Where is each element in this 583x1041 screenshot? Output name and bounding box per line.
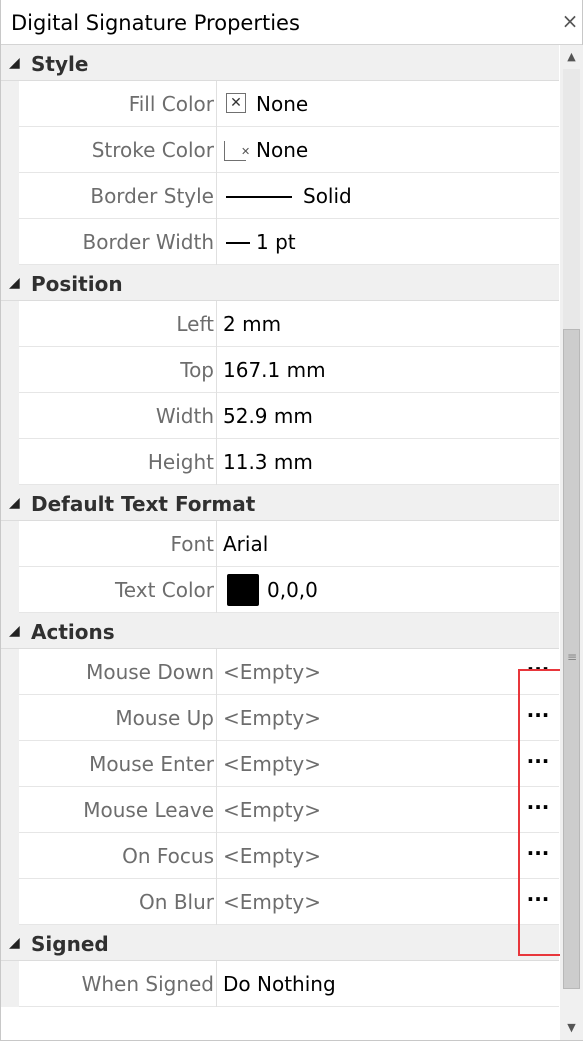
collapse-triangle-icon[interactable]: ◢ [9,55,20,71]
property-name: When Signed [81,972,214,996]
property-row-text-color[interactable]: Text Color 0,0,0 [1,567,559,613]
property-row-mouse-down[interactable]: Mouse Down <Empty> ··· [1,649,559,695]
property-row-on-focus[interactable]: On Focus <Empty> ··· [1,833,559,879]
property-name: Fill Color [128,92,214,116]
line-width-icon [226,242,250,244]
property-grid: ◢ Style Fill Color ✕ None Stroke Color ✕… [1,45,559,1040]
property-row-top[interactable]: Top 167.1 mm [1,347,559,393]
property-row-stroke-color[interactable]: Stroke Color ✕ None [1,127,559,173]
ellipsis-button[interactable]: ··· [523,841,553,871]
property-name: Stroke Color [91,138,214,162]
ellipsis-button[interactable]: ··· [523,749,553,779]
property-name: Mouse Down [86,660,214,684]
category-default-text-format[interactable]: ◢ Default Text Format [1,485,559,521]
collapse-triangle-icon[interactable]: ◢ [9,275,20,291]
property-name: Mouse Leave [83,798,214,822]
property-name: On Blur [139,890,214,914]
category-style[interactable]: ◢ Style [1,45,559,81]
property-value[interactable]: Solid [303,173,352,219]
collapse-triangle-icon[interactable]: ◢ [9,495,20,511]
color-swatch [227,574,259,606]
solid-line-icon [226,196,292,198]
property-value[interactable]: <Empty> [223,649,321,695]
property-value[interactable]: None [256,127,308,173]
property-value[interactable]: 2 mm [223,301,281,347]
grip-icon: ≡ [567,650,578,664]
property-name: Height [147,450,214,474]
property-name: On Focus [122,844,214,868]
category-actions[interactable]: ◢ Actions [1,613,559,649]
close-icon[interactable]: × [558,6,582,36]
ellipsis-button[interactable]: ··· [523,887,553,917]
category-position[interactable]: ◢ Position [1,265,559,301]
property-name: Mouse Enter [89,752,214,776]
property-value[interactable]: 0,0,0 [267,567,318,613]
property-value[interactable]: Do Nothing [223,961,336,1007]
ellipsis-button[interactable]: ··· [523,795,553,825]
property-value[interactable]: 1 pt [256,219,296,265]
scroll-up-arrow-icon[interactable]: ▲ [560,45,583,69]
property-name: Border Style [90,184,214,208]
digital-signature-properties-panel: Digital Signature Properties × ◢ Style F… [0,0,583,1041]
property-value[interactable]: Arial [223,521,268,567]
property-row-border-style[interactable]: Border Style Solid [1,173,559,219]
property-value[interactable]: 167.1 mm [223,347,326,393]
collapse-triangle-icon[interactable]: ◢ [9,623,20,639]
property-row-mouse-up[interactable]: Mouse Up <Empty> ··· [1,695,559,741]
property-value[interactable]: <Empty> [223,741,321,787]
property-value[interactable]: None [256,81,308,127]
property-value[interactable]: <Empty> [223,833,321,879]
property-name: Top [180,358,214,382]
property-row-fill-color[interactable]: Fill Color ✕ None [1,81,559,127]
property-row-font[interactable]: Font Arial [1,521,559,567]
category-label: Style [31,52,89,76]
vertical-scrollbar[interactable]: ▲ ≡ ▼ [560,45,583,1040]
no-color-swatch-icon: ✕ [226,93,246,113]
ellipsis-button[interactable]: ··· [523,657,553,687]
scroll-down-arrow-icon[interactable]: ▼ [560,1016,583,1040]
category-label: Default Text Format [31,492,256,516]
property-row-when-signed[interactable]: When Signed Do Nothing [1,961,559,1007]
scroll-thumb[interactable]: ≡ [563,329,580,989]
title-bar: Digital Signature Properties × [1,0,582,45]
property-name: Border Width [82,230,214,254]
property-value[interactable]: <Empty> [223,879,321,925]
property-name: Text Color [114,578,214,602]
property-value[interactable]: 52.9 mm [223,393,313,439]
ellipsis-button[interactable]: ··· [523,703,553,733]
panel-title: Digital Signature Properties [11,11,300,35]
property-row-left[interactable]: Left 2 mm [1,301,559,347]
property-row-height[interactable]: Height 11.3 mm [1,439,559,485]
category-label: Actions [31,620,115,644]
property-name: Mouse Up [115,706,214,730]
property-row-mouse-leave[interactable]: Mouse Leave <Empty> ··· [1,787,559,833]
collapse-triangle-icon[interactable]: ◢ [9,935,20,951]
property-name: Font [170,532,214,556]
category-label: Signed [31,932,109,956]
property-row-width[interactable]: Width 52.9 mm [1,393,559,439]
scroll-track[interactable] [563,69,580,329]
property-name: Width [155,404,214,428]
property-row-on-blur[interactable]: On Blur <Empty> ··· [1,879,559,925]
property-value[interactable]: <Empty> [223,695,321,741]
property-name: Left [176,312,214,336]
category-signed[interactable]: ◢ Signed [1,925,559,961]
property-value[interactable]: <Empty> [223,787,321,833]
property-row-mouse-enter[interactable]: Mouse Enter <Empty> ··· [1,741,559,787]
category-label: Position [31,272,123,296]
no-stroke-icon: ✕ [241,145,251,158]
property-value[interactable]: 11.3 mm [223,439,313,485]
property-row-border-width[interactable]: Border Width 1 pt [1,219,559,265]
